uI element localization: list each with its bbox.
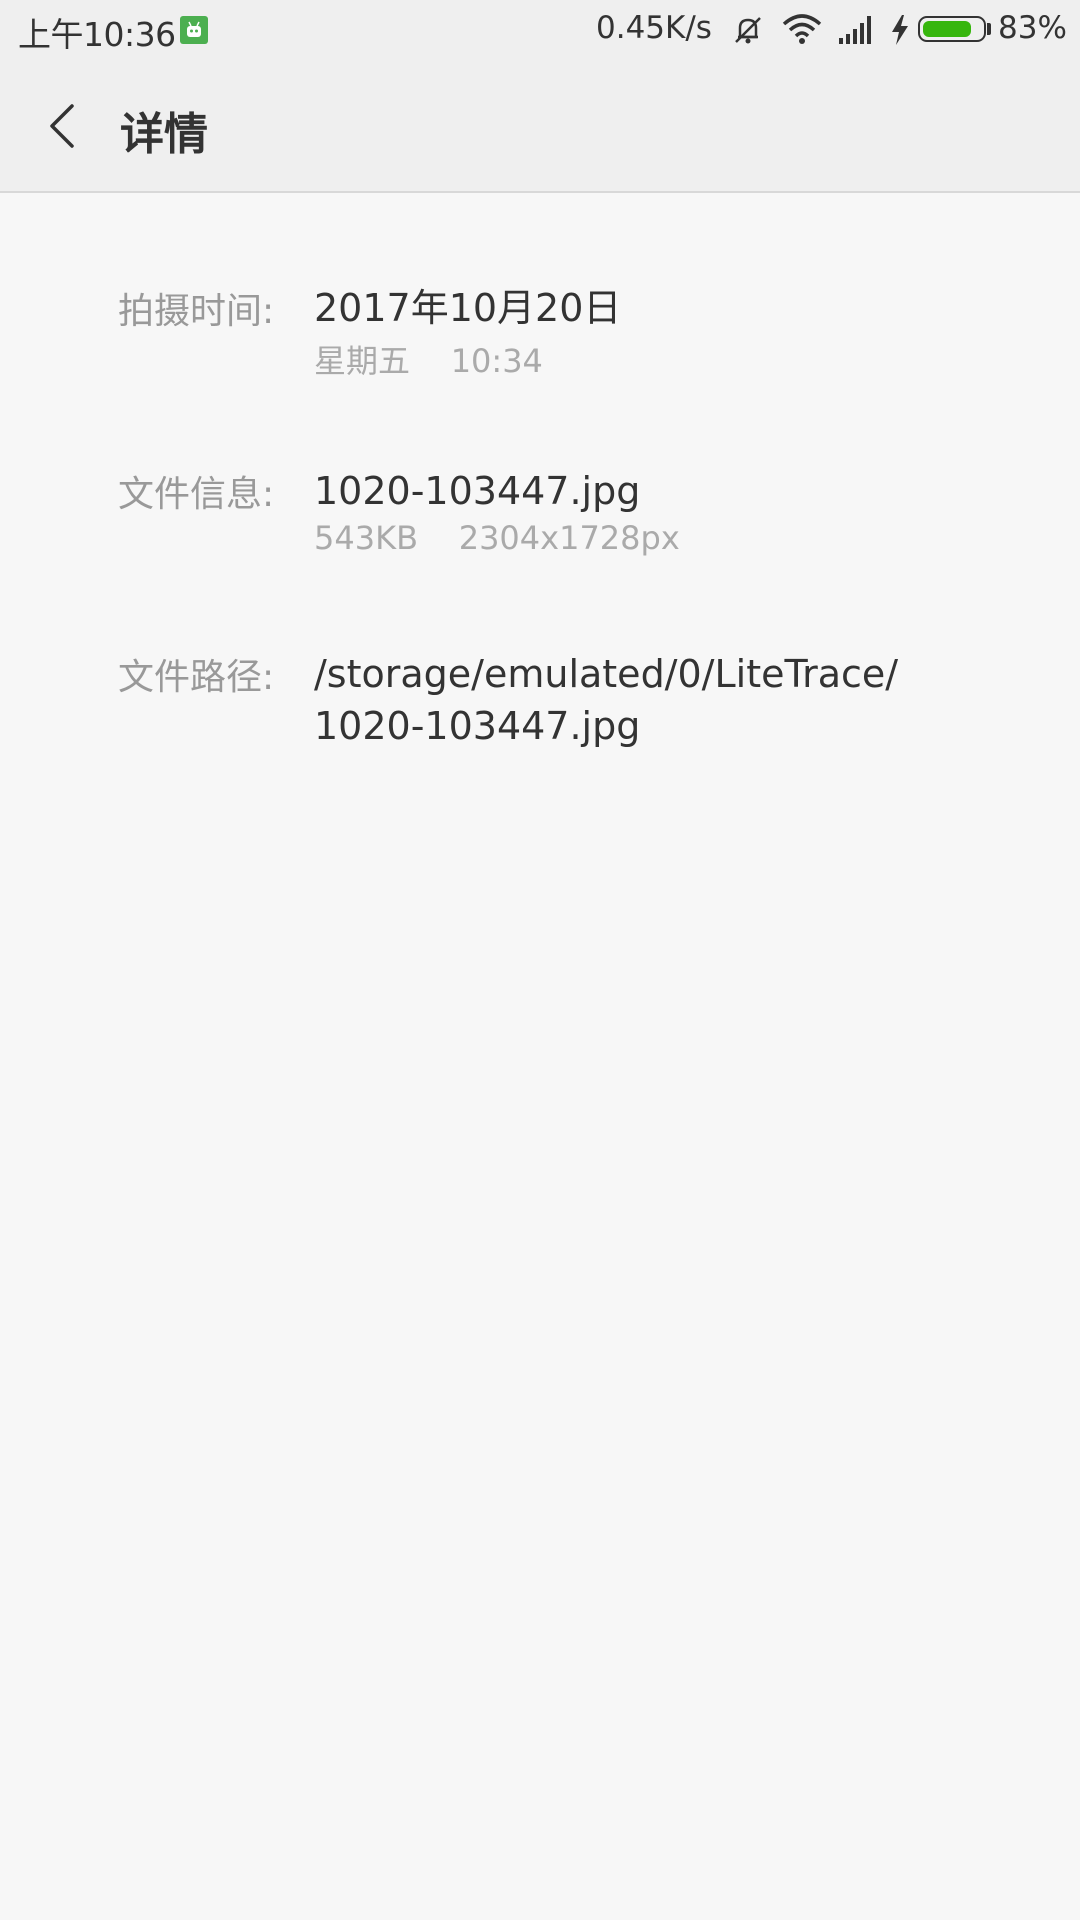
title-bar: 详情 <box>0 62 1080 193</box>
back-button[interactable] <box>30 92 94 156</box>
charging-bolt-icon <box>890 14 910 50</box>
capture-weekday-time: 星期五 10:34 <box>314 342 543 380</box>
file-path-label: 文件路径: <box>118 657 275 698</box>
chevron-left-icon <box>50 104 74 148</box>
battery-tip <box>987 23 991 35</box>
file-info-label: 文件信息: <box>118 474 275 515</box>
android-notification-icon <box>180 16 208 44</box>
wifi-icon <box>782 12 822 50</box>
file-name: 1020-103447.jpg <box>314 469 641 513</box>
mute-bell-icon <box>730 12 766 52</box>
battery-level <box>923 21 971 37</box>
battery-percentage: 83% <box>998 10 1067 46</box>
file-path-line-1: /storage/emulated/0/LiteTrace/ <box>314 652 899 696</box>
network-speed: 0.45K/s <box>596 10 712 46</box>
cell-signal-icon <box>838 12 878 50</box>
file-path-line-2: 1020-103447.jpg <box>314 704 641 748</box>
battery-icon <box>918 16 986 42</box>
page-title: 详情 <box>120 109 208 160</box>
file-path-value: /storage/emulated/0/LiteTrace/ 1020-1034… <box>314 648 1034 752</box>
capture-time-label: 拍摄时间: <box>118 291 275 332</box>
status-bar: 上午10:36 0.45K/s 83% <box>0 0 1080 62</box>
status-time: 上午10:36 <box>18 15 176 54</box>
capture-date: 2017年10月20日 <box>314 286 622 330</box>
file-size-dimensions: 543KB 2304x1728px <box>314 519 680 557</box>
